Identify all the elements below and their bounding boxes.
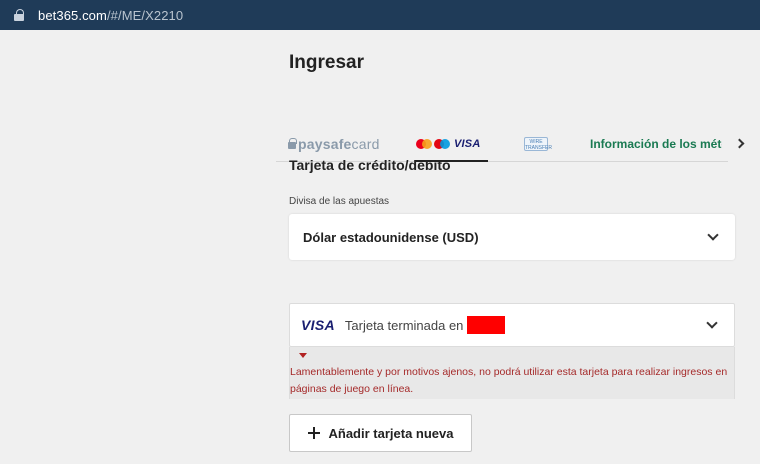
add-card-button[interactable]: Añadir tarjeta nueva bbox=[289, 414, 472, 452]
add-card-label: Añadir tarjeta nueva bbox=[328, 425, 454, 441]
page-title: Ingresar bbox=[289, 52, 364, 73]
redacted-card-number bbox=[467, 316, 506, 334]
section-title: Tarjeta de crédito/débito bbox=[289, 157, 451, 173]
url-text[interactable]: bet365.com/#/ME/X2210 bbox=[38, 8, 183, 23]
paysafe-logo-text: paysafe bbox=[298, 135, 352, 152]
chevron-down-icon bbox=[706, 317, 718, 329]
currency-label: Divisa de las apuestas bbox=[289, 196, 390, 207]
browser-address-bar[interactable]: bet365.com/#/ME/X2210 bbox=[0, 0, 760, 30]
tab-wire-transfer[interactable]: WIRE TRANSFER bbox=[524, 126, 552, 161]
visa-logo: VISA bbox=[301, 317, 335, 333]
error-text: Lamentablemente y por motivos ajenos, no… bbox=[290, 366, 728, 395]
caret-down-icon bbox=[299, 353, 307, 358]
card-select[interactable]: VISA Tarjeta terminada en bbox=[289, 303, 735, 347]
currency-select[interactable]: Dólar estadounidense (USD) bbox=[289, 214, 735, 260]
chevron-right-icon bbox=[734, 138, 744, 149]
url-host: bet365.com bbox=[38, 7, 107, 23]
currency-value: Dólar estadounidense (USD) bbox=[303, 229, 479, 245]
visa-logo-small: VISA bbox=[454, 137, 481, 150]
plus-icon bbox=[307, 427, 320, 439]
lock-icon[interactable] bbox=[14, 9, 24, 21]
card-error-message: Lamentablemente y por motivos ajenos, no… bbox=[289, 347, 735, 399]
card-label: Tarjeta terminada en bbox=[344, 317, 464, 333]
paysafecard-logo: paysafe card bbox=[288, 136, 380, 152]
tab-payment-info[interactable]: Información de los méto bbox=[590, 126, 722, 161]
tab-paysafecard[interactable]: paysafe card bbox=[288, 126, 388, 161]
card-logo-text: card bbox=[351, 135, 380, 152]
tab-cards[interactable]: VISA bbox=[416, 126, 488, 162]
paysafecard-lock-icon bbox=[288, 138, 297, 149]
url-path: /#/ME/X2210 bbox=[106, 7, 184, 23]
tabs-next-button[interactable] bbox=[732, 126, 746, 161]
deposit-panel: Ingresar paysafe card VISA WIRE TRANSFER … bbox=[276, 30, 760, 464]
mastercard-icon bbox=[416, 138, 432, 149]
chevron-down-icon bbox=[707, 229, 719, 241]
wire-transfer-icon: WIRE TRANSFER bbox=[524, 136, 552, 151]
maestro-icon bbox=[434, 138, 450, 149]
